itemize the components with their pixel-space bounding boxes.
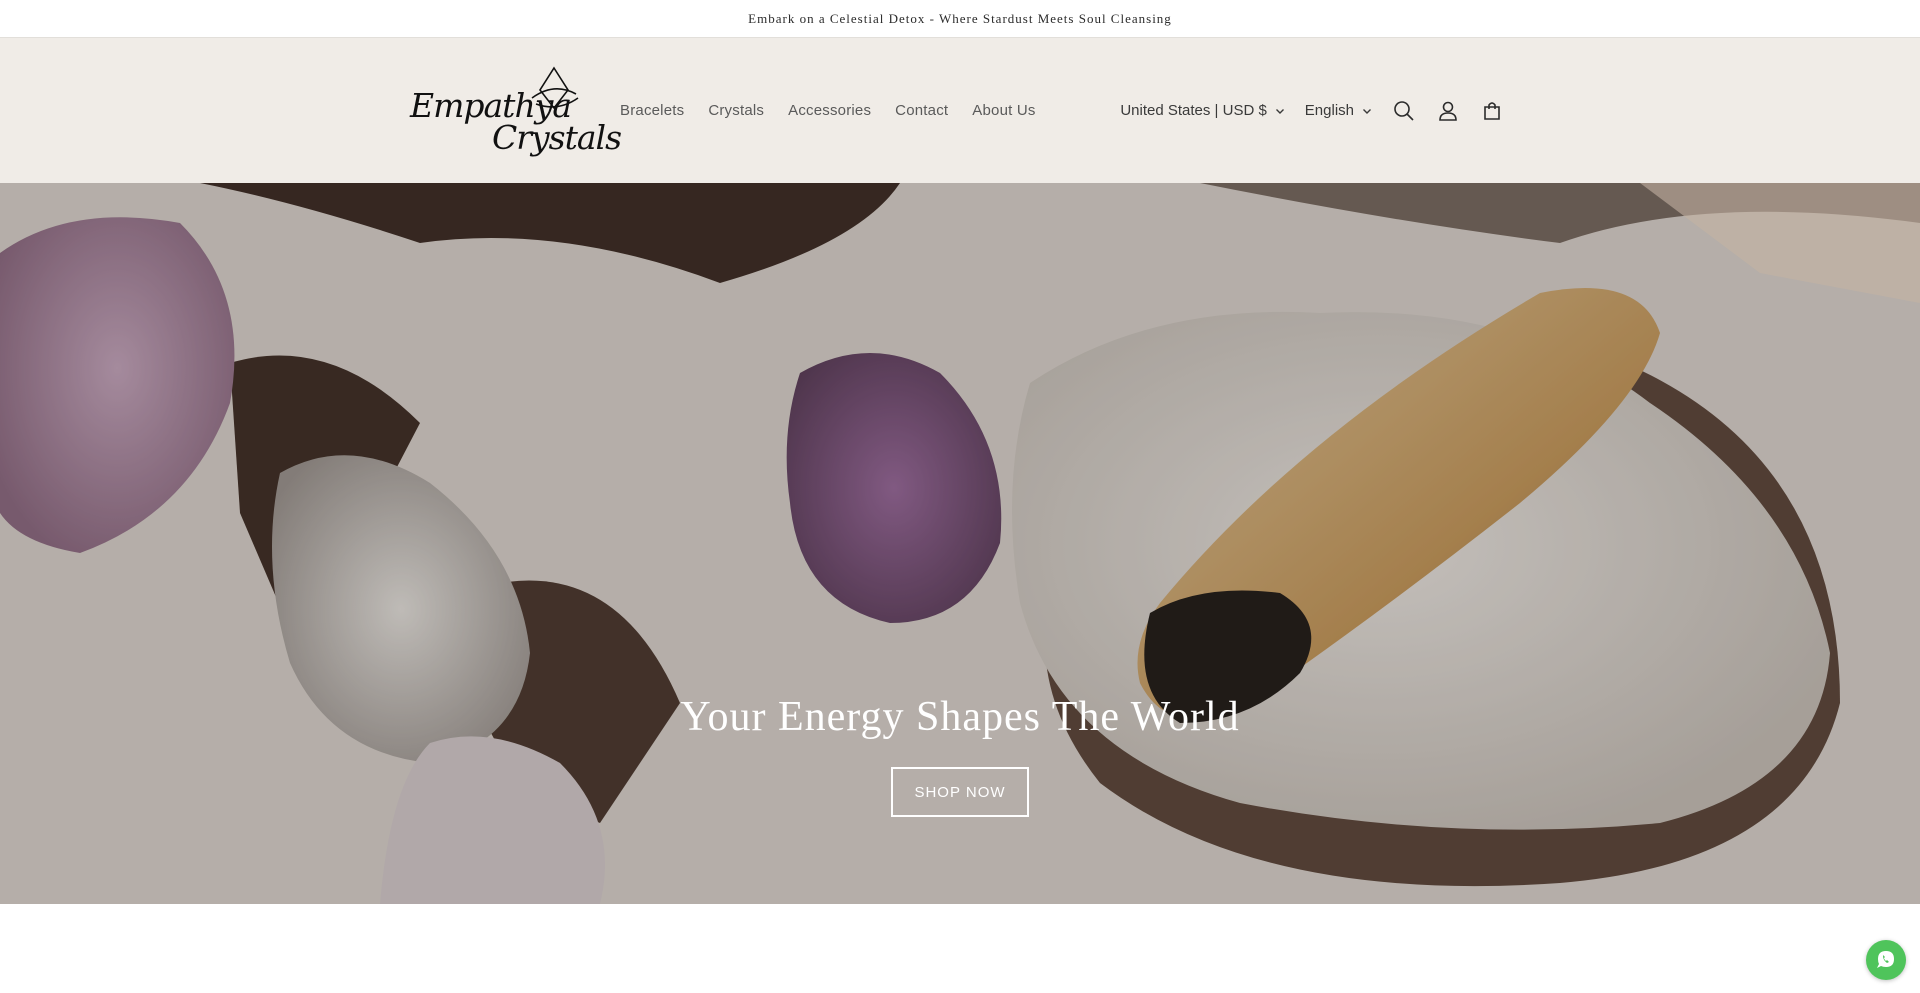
announcement-bar: Embark on a Celestial Detox - Where Star… bbox=[0, 0, 1920, 38]
language-selector[interactable]: English bbox=[1295, 94, 1382, 127]
main-nav: Bracelets Crystals Accessories Contact A… bbox=[608, 38, 1048, 183]
hero-content: Your Energy Shapes The World SHOP NOW bbox=[0, 693, 1920, 817]
country-currency-label: United States | USD $ bbox=[1120, 102, 1267, 119]
cart-icon bbox=[1484, 101, 1500, 120]
language-label: English bbox=[1304, 102, 1354, 119]
account-button[interactable] bbox=[1426, 89, 1470, 133]
chevron-down-icon bbox=[1363, 108, 1371, 114]
country-currency-selector[interactable]: United States | USD $ bbox=[1110, 94, 1294, 127]
chevron-down-icon bbox=[1275, 108, 1284, 114]
site-header: Empathya Crystals Bracelets Crystals Acc… bbox=[0, 38, 1920, 183]
nav-contact[interactable]: Contact bbox=[883, 92, 960, 129]
announcement-text: Embark on a Celestial Detox - Where Star… bbox=[748, 10, 1172, 26]
cart-button[interactable] bbox=[1470, 89, 1514, 133]
account-icon bbox=[1439, 101, 1457, 121]
header-utilities: United States | USD $ English bbox=[1110, 38, 1514, 183]
nav-accessories[interactable]: Accessories bbox=[776, 92, 883, 129]
hero-title: Your Energy Shapes The World bbox=[680, 694, 1240, 740]
nav-bracelets[interactable]: Bracelets bbox=[608, 92, 696, 129]
nav-about-us[interactable]: About Us bbox=[960, 92, 1047, 129]
logo-wordmark: Empathya Crystals bbox=[408, 64, 622, 157]
search-button[interactable] bbox=[1382, 89, 1426, 133]
whatsapp-chat-button[interactable] bbox=[1866, 940, 1906, 980]
nav-crystals[interactable]: Crystals bbox=[696, 92, 776, 129]
search-icon bbox=[1394, 100, 1414, 121]
logo-line-2: Crystals bbox=[492, 118, 622, 157]
hero-banner: Your Energy Shapes The World SHOP NOW bbox=[0, 183, 1920, 904]
shop-now-button[interactable]: SHOP NOW bbox=[891, 767, 1029, 817]
whatsapp-icon bbox=[1877, 951, 1894, 968]
store-logo[interactable]: Empathya Crystals bbox=[408, 64, 622, 157]
